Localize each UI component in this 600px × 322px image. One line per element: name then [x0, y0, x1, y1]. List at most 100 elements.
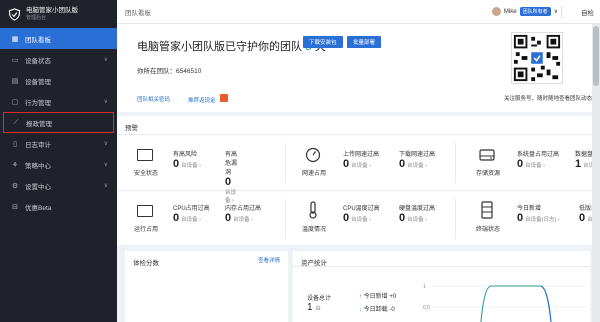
- thermometer-icon: [309, 201, 317, 219]
- metric-title: 内存占用过高: [225, 206, 262, 212]
- health-score-panel: 体检分数 查看详情: [125, 251, 288, 322]
- coupon-icon: ⊟: [12, 203, 18, 211]
- metric-value: 0: [517, 212, 524, 224]
- metric-unit: 台设备(日志) ›: [525, 217, 560, 223]
- metric-title: 有高风险: [173, 152, 198, 158]
- arrow-down-icon: ↓: [359, 307, 362, 313]
- chart-tick-1: 1: [423, 284, 426, 290]
- avatar: [491, 7, 501, 16]
- brand: 电脑管家小团队版 管理后台: [0, 0, 117, 28]
- alert-cell-terminal: 终端状态 今日新增 0 台设备(日志) › 低版本 0台: [455, 191, 600, 246]
- window-icon: [137, 205, 153, 217]
- chevron-down-icon: ∨: [103, 141, 108, 147]
- metric-value: 0: [579, 212, 586, 224]
- metric-today-new[interactable]: 今日新增 0 台设备(日志) ›: [517, 203, 560, 224]
- self-check-link[interactable]: 自检: [581, 7, 594, 17]
- metric-title: 硬盘温度过高: [399, 206, 436, 212]
- metric-upload-high[interactable]: 上传网速过高 0 台设备 ›: [343, 149, 379, 170]
- chevron-down-icon: ∨: [103, 183, 108, 189]
- batch-deploy-button[interactable]: 批量部署: [347, 36, 382, 48]
- arrow-up-icon: ↑: [359, 294, 362, 300]
- cashback-link[interactable]: 推荐返现金: [188, 94, 229, 104]
- metric-value: 0: [225, 176, 232, 188]
- chart-line-icon: ⟋: [13, 118, 19, 126]
- brand-subtitle: 管理后台: [26, 14, 47, 21]
- metric-cpu-usage[interactable]: CPU占用过高 0 台设备 ›: [173, 203, 210, 224]
- behavior-icon: ▢: [11, 98, 19, 106]
- metric-disk-temp[interactable]: 硬盘温度过高 0 台设备 ›: [399, 203, 435, 224]
- title-text: 电脑管家小团队版已守护你的团队: [137, 41, 302, 53]
- metric-high-risk[interactable]: 有高风险 0 台设备 ›: [173, 149, 201, 170]
- device-total-unit: 台: [315, 306, 321, 312]
- sidebar-item-label: 报政管理: [26, 120, 52, 128]
- alert-cell-label: 网速占用: [301, 171, 326, 177]
- metric-value: 0: [343, 158, 350, 170]
- role-badge: 团队所有者: [519, 7, 551, 16]
- monitor-icon: ▭: [11, 56, 19, 64]
- alerts-grid: 安全状态 有高风险 0 台设备 › 有高危漏洞 0台设备 › 网速占用 上传网速过…: [117, 135, 600, 245]
- policy-icon: ⚘: [11, 161, 19, 169]
- metric-value: 0: [517, 158, 524, 170]
- sidebar-item-label: 设备管理: [25, 78, 51, 86]
- team-password-link[interactable]: 团队相关密码: [137, 95, 170, 103]
- chart-tick-0-5: 0.5: [423, 305, 430, 311]
- hero-panel: 电脑管家小团队版已守护你的团队 5 天 下载安装包 批量部署 你所在团队：654…: [117, 24, 600, 112]
- user-name: Mike: [503, 8, 517, 15]
- alert-cell-network: 网速占用 上传网速过高 0 台设备 › 下载网速过高 0 台设备 ›: [285, 135, 455, 190]
- view-details-link[interactable]: 查看详情: [258, 256, 280, 264]
- metric-unit: 台设备 ›: [181, 217, 201, 223]
- alert-cell-label: 温度情况: [301, 227, 326, 233]
- page-scrollbar[interactable]: [592, 24, 600, 322]
- device-list-icon: ▤: [11, 77, 19, 85]
- shield-logo-icon: [8, 7, 21, 21]
- metric-memory-usage[interactable]: 内存占用过高 0 台设备 ›: [225, 203, 261, 224]
- settings-icon: ⚙: [11, 182, 19, 190]
- metric-unit: 台设备 ›: [351, 163, 371, 169]
- alerts-panel: 预警 安全状态 有高风险 0 台设备 › 有高危漏洞 0台设备 › 网速占用 上传…: [117, 116, 600, 245]
- scrollbar-thumb[interactable]: [593, 26, 599, 86]
- sidebar-item-behavior[interactable]: ▢ 行为管理 ∨: [0, 91, 117, 112]
- metric-unit: 台设备 ›: [233, 217, 253, 223]
- chevron-down-icon: ∨: [103, 57, 108, 63]
- metric-title: CPU占用过高: [173, 206, 210, 212]
- metric-title: 下载网速过高: [399, 152, 436, 158]
- hard-disk-icon: [479, 149, 495, 161]
- metric-system-disk[interactable]: 系统盘占用过高 0 台设备 ›: [517, 149, 559, 170]
- download-installer-button[interactable]: 下载安装包: [303, 36, 343, 48]
- metric-value: 1: [575, 158, 582, 170]
- chevron-down-icon: ∨: [103, 162, 108, 168]
- today-new-stat: ↑ 今日新增 +0: [359, 291, 396, 300]
- alerts-title: 预警: [125, 125, 138, 132]
- alert-cell-security: 安全状态 有高风险 0 台设备 › 有高危漏洞 0台设备 ›: [117, 135, 237, 204]
- sidebar-item-label: 日志审计: [25, 141, 51, 149]
- sidebar-item-reporting[interactable]: ⟋ 报政管理: [3, 112, 114, 133]
- sidebar-item-log-audit[interactable]: ▯ 日志审计 ∨: [0, 133, 117, 154]
- alert-cell-label: 终端状态: [475, 227, 500, 233]
- metric-download-high[interactable]: 下载网速过高 0 台设备 ›: [399, 149, 435, 170]
- alert-cell-runtime: 运行占用 CPU占用过高 0 台设备 › 内存占用过高 0 台设备 ›: [117, 191, 285, 246]
- sidebar-item-coupon[interactable]: ⊟ 优惠Beta: [0, 196, 117, 217]
- user-menu[interactable]: Mike 团队所有者 ∨: [491, 7, 558, 16]
- sidebar-item-device-management[interactable]: ▤ 设备管理: [0, 70, 117, 91]
- device-total-value: 1 台: [307, 302, 321, 313]
- breadcrumb: 团队看板: [125, 9, 151, 17]
- chevron-down-icon: ∨: [553, 9, 558, 15]
- sidebar-nav: ▦ 团队看板 ▭ 设备状态 ∨ ▤ 设备管理 ▢ 行为管理 ∨ ⟋ 报政管理 ▯…: [0, 28, 117, 217]
- team-id: 你所在团队：6546510: [137, 68, 202, 75]
- server-icon: [481, 201, 493, 219]
- sidebar-item-settings[interactable]: ⚙ 设置中心 ∨: [0, 175, 117, 196]
- metric-cpu-temp[interactable]: CPU温度过高 0 台设备 ›: [343, 203, 380, 224]
- device-total-label: 设备总计: [307, 296, 332, 302]
- health-title: 体检分数: [133, 260, 159, 267]
- metric-title: 系统盘占用过高: [517, 152, 560, 158]
- metric-title: CPU温度过高: [343, 206, 380, 212]
- cashback-label: 推荐返现金: [188, 98, 216, 104]
- sidebar-item-policy[interactable]: ⚘ 策略中心 ∨: [0, 154, 117, 175]
- metric-unit: 台设备 ›: [351, 217, 371, 223]
- today-new-text: 今日新增 +0: [363, 294, 397, 300]
- sidebar-item-device-status[interactable]: ▭ 设备状态 ∨: [0, 49, 117, 70]
- sidebar-item-dashboard[interactable]: ▦ 团队看板: [0, 28, 117, 49]
- chart-series-line-teal: [480, 285, 552, 322]
- sidebar: 电脑管家小团队版 管理后台 ▦ 团队看板 ▭ 设备状态 ∨ ▤ 设备管理 ▢ 行…: [0, 0, 117, 322]
- sidebar-item-label: 策略中心: [25, 162, 51, 170]
